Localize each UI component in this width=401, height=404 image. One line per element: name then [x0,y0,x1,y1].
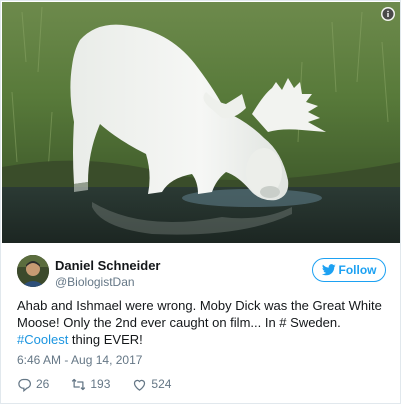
like-button[interactable]: 524 [132,377,171,392]
heart-icon [134,379,146,391]
bird-icon [321,264,336,276]
follow-button[interactable]: Follow [312,258,386,282]
retweet-button[interactable]: 193 [71,377,110,392]
author-display-name[interactable]: Daniel Schneider [55,258,160,273]
tweet-actions: 26 193 524 [17,375,193,393]
tweet-text-line-1: Ahab and Ishmael were wrong. Moby Dick w… [17,298,382,313]
reply-count: 26 [36,377,50,391]
tweet-text: Ahab and Ishmael were wrong. Moby Dick w… [17,297,389,348]
white-moose-photo [2,2,400,243]
avatar[interactable] [17,255,49,287]
like-count: 524 [151,377,172,391]
author-handle[interactable]: @BiologistDan [55,275,135,289]
info-icon [382,8,394,20]
tweet-timestamp[interactable]: 6:46 AM - Aug 14, 2017 [17,353,142,367]
retweet-icon [72,378,86,390]
tweet-media-photo[interactable] [2,2,400,243]
reply-icon [18,378,31,392]
tweet-text-line-3: #Coolest thing EVER! [17,331,389,348]
tweet-text-line-2: Moose! Only the 2nd ever caught on film.… [17,315,341,330]
avatar-image [17,255,49,287]
tweet-card: Daniel Schneider @BiologistDan Follow Ah… [0,0,401,404]
tweet-text-line-3-rest: thing EVER! [68,332,143,347]
hashtag-link[interactable]: #Coolest [17,332,68,347]
follow-label: Follow [338,263,377,277]
reply-button[interactable]: 26 [17,377,49,392]
retweet-count: 193 [90,377,111,391]
media-info-button[interactable] [381,7,395,21]
